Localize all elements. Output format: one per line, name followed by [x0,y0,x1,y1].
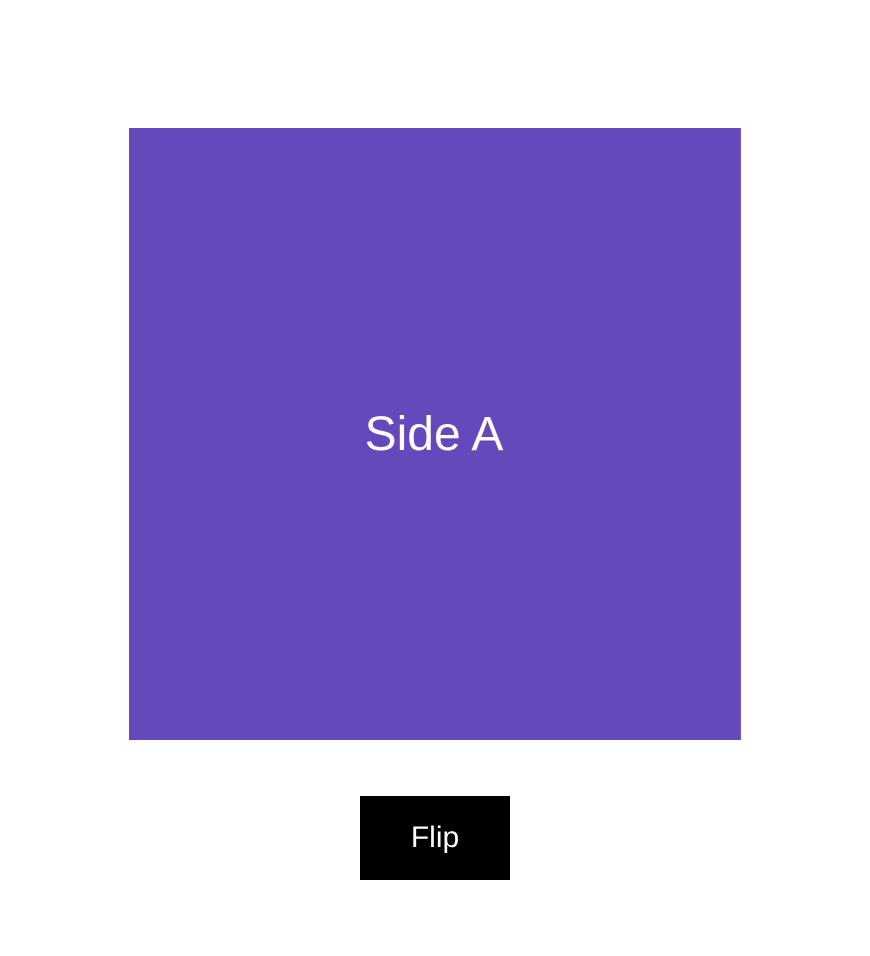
flip-button[interactable]: Flip [360,796,510,880]
flip-card: Side A [129,128,741,740]
card-side-label: Side A [365,407,504,462]
flip-button-label: Flip [411,821,459,855]
